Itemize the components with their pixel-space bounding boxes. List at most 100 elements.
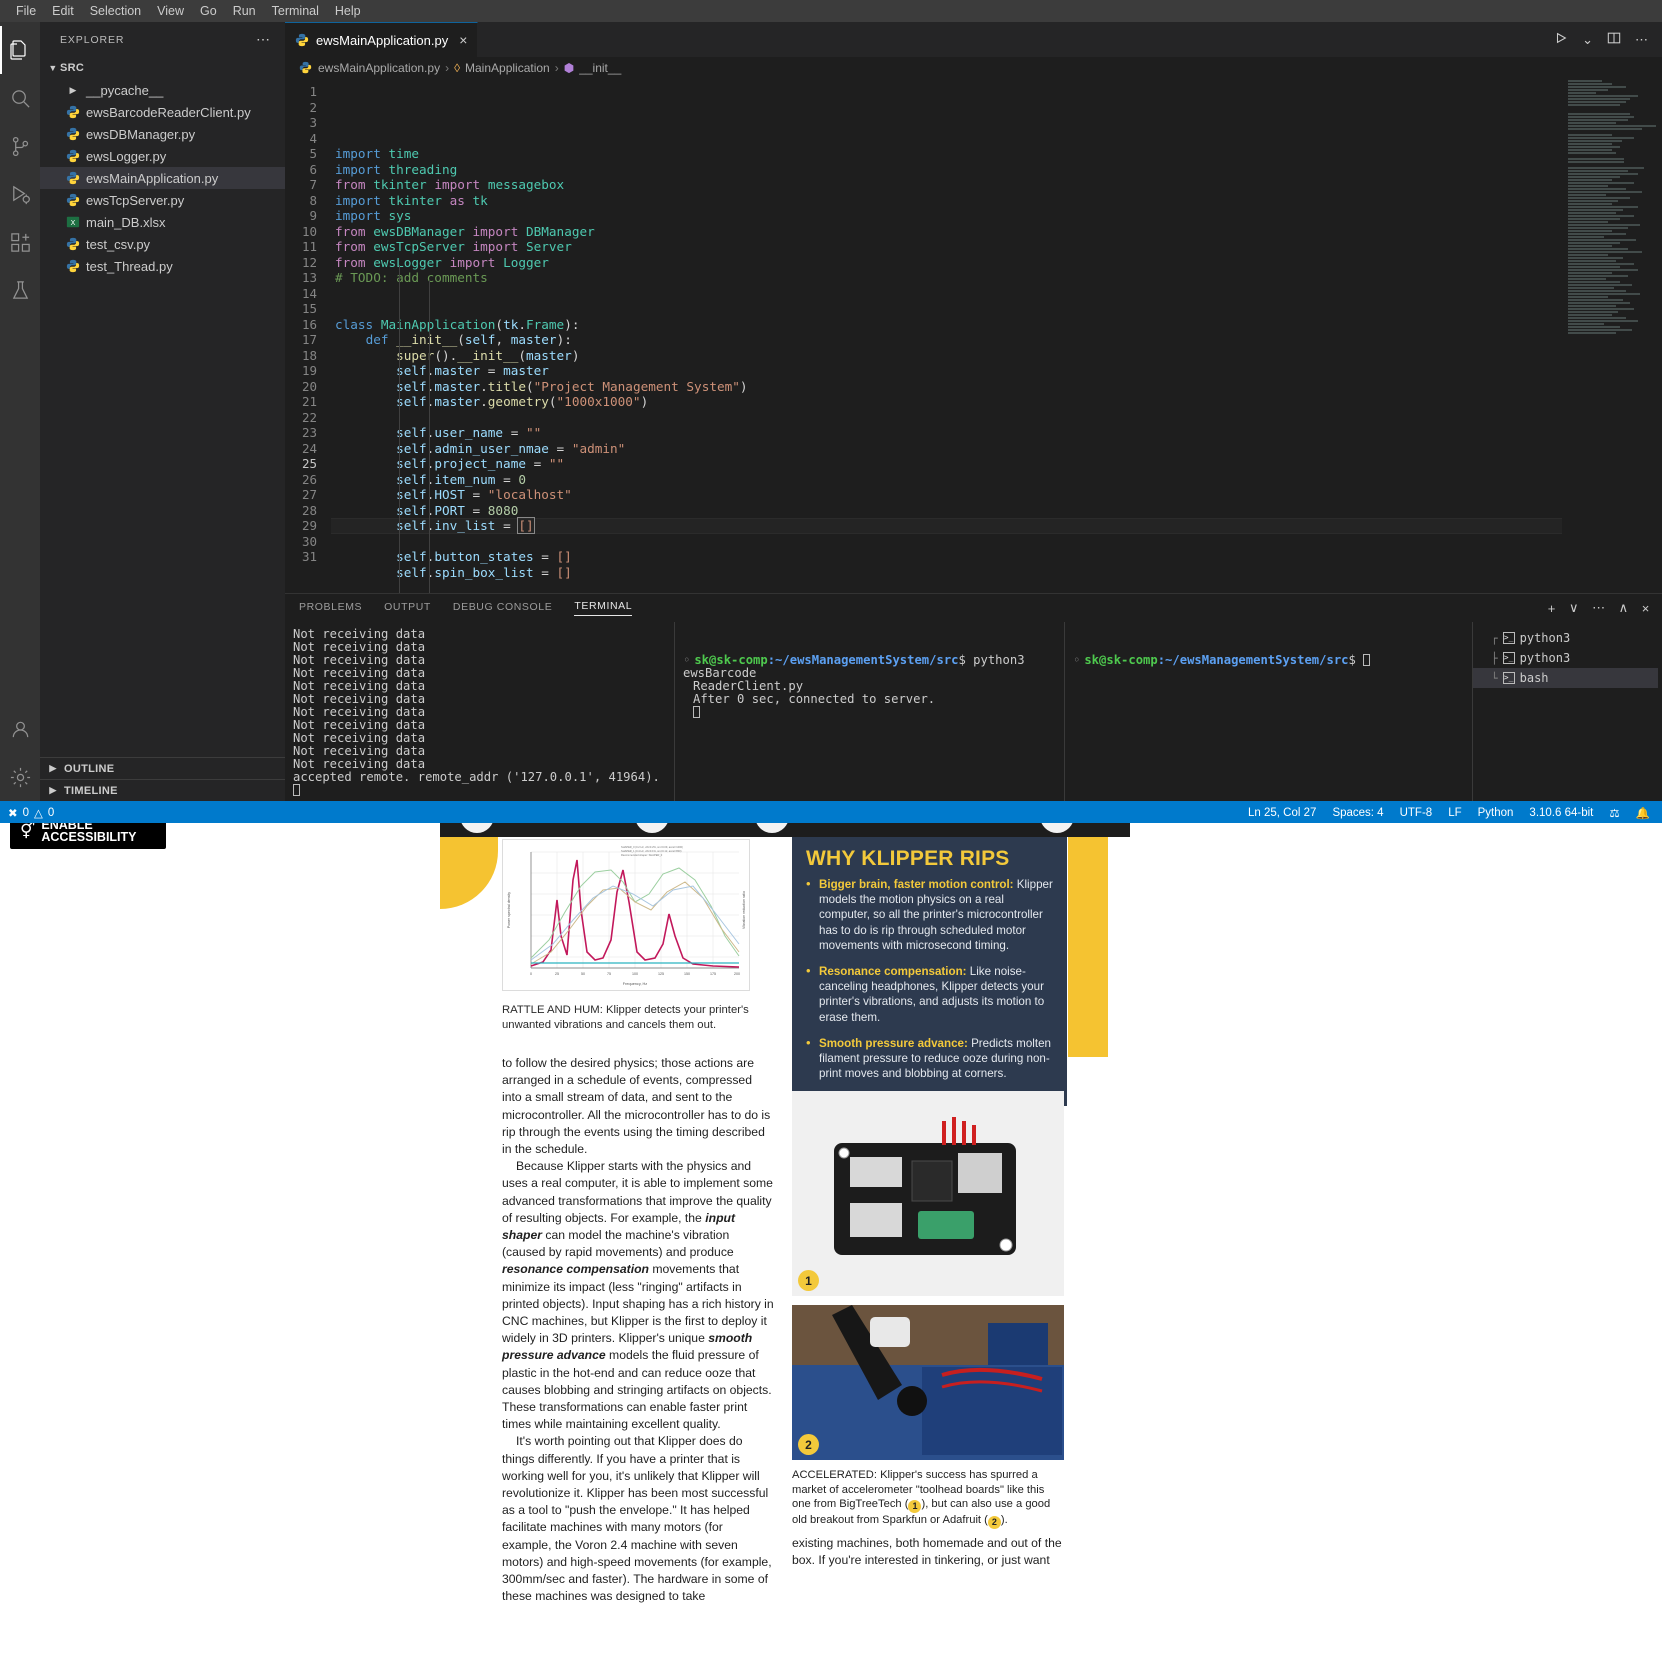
- code-line[interactable]: import threading: [331, 162, 1562, 178]
- menu-view[interactable]: View: [149, 2, 192, 20]
- indentation[interactable]: Spaces: 4: [1332, 807, 1383, 819]
- code-line[interactable]: from tkinter import messagebox: [331, 177, 1562, 193]
- more-actions-icon[interactable]: ⋯: [1635, 32, 1648, 48]
- code-line[interactable]: self.inv_list = []: [331, 517, 1562, 534]
- sidebar-section-outline[interactable]: ▶ OUTLINE: [40, 757, 285, 779]
- breadcrumb-file[interactable]: ewsMainApplication.py: [318, 61, 440, 75]
- code-line[interactable]: # TODO: add comments: [331, 270, 1562, 286]
- code-line[interactable]: self.master.geometry("1000x1000"): [331, 394, 1562, 410]
- maximize-panel-icon[interactable]: ∧: [1619, 600, 1629, 616]
- line-ending[interactable]: LF: [1448, 807, 1461, 819]
- code-line[interactable]: self.admin_user_nmae = "admin": [331, 441, 1562, 457]
- chevron-down-icon[interactable]: ∨: [1569, 600, 1579, 616]
- code-line[interactable]: [331, 286, 1562, 302]
- sidebar-item-test-csv[interactable]: test_csv.py: [40, 233, 285, 255]
- activity-run-debug-icon[interactable]: [0, 170, 40, 218]
- notifications-bell-icon[interactable]: 🔔: [1636, 806, 1650, 820]
- sidebar-item-ewstcpserver[interactable]: ewsTcpServer.py: [40, 189, 285, 211]
- code-editor[interactable]: 1 2 3 4 5 6 7 8 9 10 11 12 13 14 15 16 17 18 19 20 21 22 23 24 2…: [285, 79, 1662, 593]
- panel-tab-debug-console[interactable]: DEBUG CONSOLE: [453, 601, 552, 616]
- sidebar-item-pycache[interactable]: ▶ __pycache__: [40, 79, 285, 101]
- panel-tab-terminal[interactable]: TERMINAL: [574, 600, 633, 616]
- terminal-tab-python3-2[interactable]: ├ >_ python3: [1473, 648, 1658, 668]
- split-editor-icon[interactable]: [1607, 31, 1621, 48]
- magazine-page[interactable]: 0 25 50 75 100 125 150 175 200 Frequency, Hz P…: [440, 823, 1130, 1662]
- code-line[interactable]: self.master = master: [331, 363, 1562, 379]
- tab-ewsmainapplication[interactable]: ewsMainApplication.py ×: [285, 22, 479, 57]
- menu-terminal[interactable]: Terminal: [264, 2, 327, 20]
- language-mode[interactable]: Python: [1478, 807, 1514, 819]
- terminal-pane-right[interactable]: ◦ sk@sk-comp:~/ewsManagementSystem/src$: [1065, 622, 1472, 801]
- run-python-file-icon[interactable]: [1554, 31, 1568, 48]
- code-line[interactable]: class MainApplication(tk.Frame):: [331, 317, 1562, 333]
- activity-extensions-icon[interactable]: [0, 218, 40, 266]
- code-content[interactable]: import time import threading from tkinter …: [331, 79, 1562, 593]
- code-line[interactable]: self.item_num = 0: [331, 472, 1562, 488]
- code-line[interactable]: self.HOST = "localhost": [331, 487, 1562, 503]
- breadcrumb-member[interactable]: __init__: [579, 61, 621, 75]
- code-line[interactable]: self.spin_box_list = []: [331, 565, 1562, 581]
- activity-source-control-icon[interactable]: [0, 122, 40, 170]
- remote-icon[interactable]: ⚖: [1609, 806, 1619, 820]
- sidebar-item-ewslogger[interactable]: ewsLogger.py: [40, 145, 285, 167]
- close-panel-icon[interactable]: ×: [1642, 601, 1650, 616]
- terminal-pane-left[interactable]: Not receiving data Not receiving data Not …: [285, 622, 675, 801]
- enable-accessibility-button[interactable]: ⚥ ENABLE ACCESSIBILITY: [8, 823, 168, 851]
- menu-run[interactable]: Run: [225, 2, 264, 20]
- breadcrumb-symbol[interactable]: MainApplication: [465, 61, 550, 75]
- activity-explorer-icon[interactable]: [0, 26, 40, 74]
- code-line[interactable]: [331, 410, 1562, 426]
- error-count[interactable]: 0: [23, 807, 29, 819]
- code-line[interactable]: self.project_name = "": [331, 456, 1562, 472]
- terminal-body[interactable]: Not receiving data Not receiving data Not …: [285, 622, 1662, 801]
- minimap-line: [1568, 197, 1630, 199]
- sidebar-item-ewsdbmanager[interactable]: ewsDBManager.py: [40, 123, 285, 145]
- svg-text:100: 100: [632, 972, 638, 976]
- terminal-tab-python3-1[interactable]: ┌ >_ python3: [1473, 628, 1658, 648]
- sidebar-item-ewsbarcodereaderclient[interactable]: ewsBarcodeReaderClient.py: [40, 101, 285, 123]
- encoding[interactable]: UTF-8: [1400, 807, 1433, 819]
- code-line[interactable]: import tkinter as tk: [331, 193, 1562, 209]
- tree-root-src[interactable]: ▼ SRC: [40, 57, 285, 79]
- warning-count[interactable]: 0: [48, 807, 54, 819]
- code-line[interactable]: self.button_states = []: [331, 549, 1562, 565]
- sidebar-more-icon[interactable]: ⋯: [250, 31, 277, 48]
- code-line[interactable]: self.user_name = "": [331, 425, 1562, 441]
- menu-selection[interactable]: Selection: [82, 2, 149, 20]
- code-line[interactable]: import sys: [331, 208, 1562, 224]
- code-line[interactable]: def __init__(self, master):: [331, 332, 1562, 348]
- cursor-position[interactable]: Ln 25, Col 27: [1248, 807, 1316, 819]
- code-line[interactable]: from ewsDBManager import DBManager: [331, 224, 1562, 240]
- chevron-down-icon[interactable]: ⌄: [1582, 32, 1593, 48]
- panel-tab-output[interactable]: OUTPUT: [384, 601, 431, 616]
- code-line[interactable]: from ewsLogger import Logger: [331, 255, 1562, 271]
- sidebar-item-main-db-xlsx[interactable]: X main_DB.xlsx: [40, 211, 285, 233]
- close-icon[interactable]: ×: [459, 32, 467, 48]
- activity-settings-gear-icon[interactable]: [0, 753, 40, 801]
- code-line[interactable]: self.PORT = 8080: [331, 503, 1562, 519]
- terminal-tab-bash[interactable]: └ >_ bash: [1473, 668, 1658, 688]
- menu-edit[interactable]: Edit: [44, 2, 82, 20]
- code-line[interactable]: [331, 301, 1562, 317]
- sidebar-item-ewsmainapplication[interactable]: ewsMainApplication.py: [40, 167, 285, 189]
- python-interpreter[interactable]: 3.10.6 64-bit: [1529, 807, 1593, 819]
- terminal-pane-middle[interactable]: ◦ sk@sk-comp:~/ewsManagementSystem/src$ p…: [675, 622, 1065, 801]
- activity-testing-icon[interactable]: [0, 266, 40, 314]
- minimap[interactable]: [1562, 79, 1662, 593]
- sidebar-item-test-thread[interactable]: test_Thread.py: [40, 255, 285, 277]
- menu-go[interactable]: Go: [192, 2, 225, 20]
- code-line[interactable]: super().__init__(master): [331, 348, 1562, 364]
- activity-search-icon[interactable]: [0, 74, 40, 122]
- code-line[interactable]: [331, 534, 1562, 550]
- code-line[interactable]: [331, 580, 1562, 593]
- code-line[interactable]: self.master.title("Project Management Sy…: [331, 379, 1562, 395]
- new-terminal-icon[interactable]: +: [1548, 601, 1556, 616]
- panel-tab-problems[interactable]: PROBLEMS: [299, 601, 362, 616]
- code-line[interactable]: from ewsTcpServer import Server: [331, 239, 1562, 255]
- activity-account-icon[interactable]: [0, 705, 40, 753]
- sidebar-section-timeline[interactable]: ▶ TIMELINE: [40, 779, 285, 801]
- more-actions-icon[interactable]: ⋯: [1592, 600, 1606, 616]
- menu-file[interactable]: File: [8, 2, 44, 20]
- code-line[interactable]: import time: [331, 146, 1562, 162]
- menu-help[interactable]: Help: [327, 2, 369, 20]
